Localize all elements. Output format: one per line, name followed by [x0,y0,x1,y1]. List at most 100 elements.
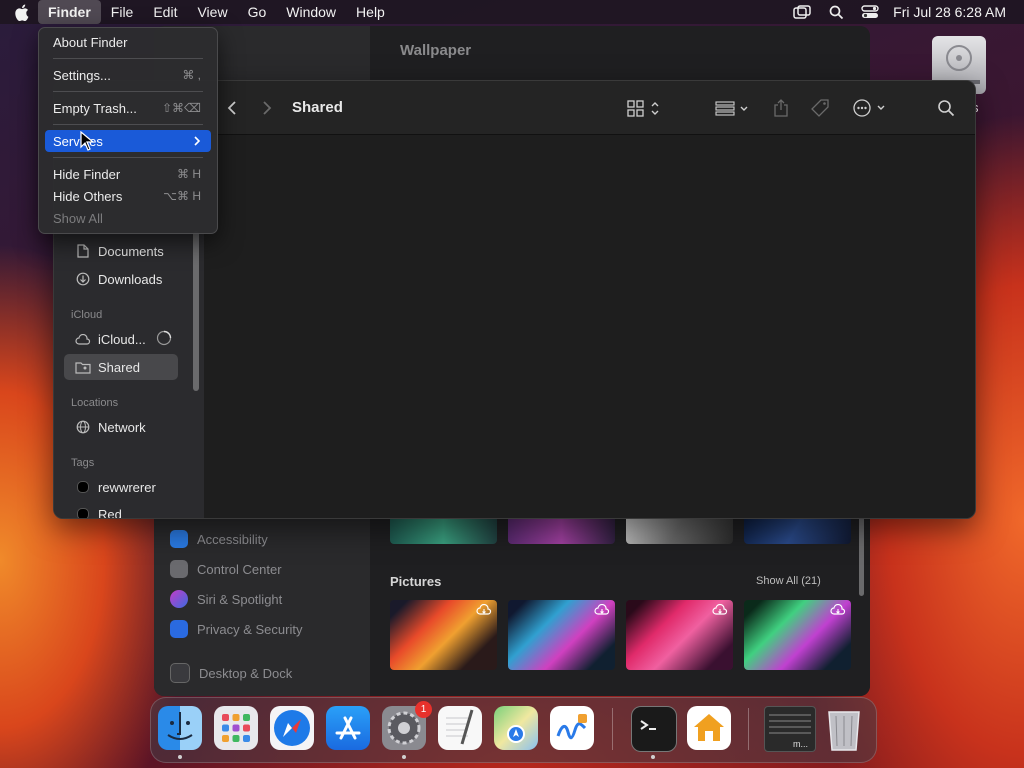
apple-menu-icon[interactable] [14,4,38,21]
tag-icon [811,99,829,117]
menu-item-empty-trash[interactable]: Empty Trash... ⇧⌘⌫ [45,97,211,119]
cloud-icon [74,333,92,345]
control-center-settings-icon [170,560,188,578]
view-mode-button[interactable] [627,97,663,119]
network-icon [74,420,92,434]
document-icon [74,244,92,258]
menu-separator [53,157,203,158]
menu-finder[interactable]: Finder [38,0,101,24]
menu-separator [53,91,203,92]
tag-dot-icon [77,481,89,493]
sidebar-item-documents[interactable]: Documents [64,238,178,264]
menu-bar: Finder File Edit View Go Window Help Fri… [0,0,1024,24]
dock-app-store-icon[interactable] [326,706,370,750]
sidebar-item-tag[interactable]: rewwrerer [64,474,178,500]
wallpaper-thumbnail[interactable] [508,600,615,670]
sidebar-item-icloud-drive[interactable]: iCloud... [64,326,178,352]
dock-system-settings-icon[interactable]: 1 [382,701,432,750]
menu-item-settings[interactable]: Settings... ⌘ , [45,64,211,86]
search-icon [938,100,955,117]
settings-item-desktop-dock[interactable]: Desktop & Dock [170,663,292,683]
sidebar-item-downloads[interactable]: Downloads [64,266,178,292]
sidebar-item-shared[interactable]: Shared [64,354,178,380]
dock-running-indicator [178,755,182,759]
cloud-download-icon [712,604,728,615]
icloud-progress-icon [156,330,172,349]
screen-mirroring-icon[interactable] [791,0,813,24]
dock: 1 m... [150,697,877,763]
more-actions-icon [853,99,885,117]
control-center-icon[interactable] [859,0,881,24]
menu-help[interactable]: Help [346,0,395,24]
dock-freeform-icon[interactable] [550,706,594,750]
dock-terminal-icon[interactable] [631,706,677,752]
menu-view[interactable]: View [187,0,237,24]
spotlight-search-icon[interactable] [825,0,847,24]
icon-view-icon [627,100,659,117]
menu-item-services[interactable]: Services [45,130,211,152]
share-button[interactable] [773,97,789,119]
show-all-pictures-button[interactable]: Show All (21) [756,575,821,587]
pictures-section-label: Pictures [390,574,442,589]
sidebar-section-icloud: iCloud [71,309,103,321]
accessibility-icon [170,530,188,548]
menu-go[interactable]: Go [238,0,277,24]
sidebar-scrollbar[interactable] [193,231,199,391]
dock-running-indicator [651,755,655,759]
dock-separator [612,708,613,750]
dock-minimized-window-icon[interactable]: m... [764,706,816,752]
wallpaper-thumbnail[interactable] [626,600,733,670]
tag-button[interactable] [810,97,830,119]
sidebar-section-locations: Locations [71,397,119,409]
group-button[interactable] [715,97,751,119]
menu-edit[interactable]: Edit [143,0,187,24]
action-menu-button[interactable] [852,97,888,119]
menu-item-show-all: Show All [53,210,103,226]
sidebar-section-tags: Tags [71,457,95,469]
cloud-download-icon [594,604,610,615]
download-icon [74,272,92,286]
siri-icon [170,590,188,608]
finder-content-area[interactable] [204,135,975,518]
chevron-left-icon [227,101,236,115]
settings-item-control-center[interactable]: Control Center [170,560,282,578]
share-icon [774,99,788,117]
menu-clock[interactable]: Fri Jul 28 6:28 AM [893,4,1006,20]
cloud-download-icon [476,604,492,615]
dock-finder-icon[interactable] [158,706,202,750]
menu-file[interactable]: File [101,0,144,24]
menu-window[interactable]: Window [276,0,346,24]
minimized-window-label: m... [793,739,808,749]
finder-toolbar: Shared [204,81,975,135]
privacy-hand-icon [170,620,188,638]
group-grid-icon [715,101,748,116]
dock-launchpad-icon[interactable] [214,706,258,750]
wallpaper-thumbnail[interactable] [390,600,497,670]
dock-separator [748,708,749,750]
settings-item-privacy[interactable]: Privacy & Security [170,620,302,638]
back-button[interactable] [226,97,238,119]
mouse-cursor-icon [80,131,94,151]
forward-button[interactable] [261,97,273,119]
menu-item-hide-others[interactable]: Hide Others ⌥⌘ H [45,185,211,207]
dock-safari-icon[interactable] [270,706,314,750]
pictures-row [390,600,862,670]
menu-separator [53,58,203,59]
menu-item-hide-finder[interactable]: Hide Finder ⌘ H [45,163,211,185]
settings-scrollbar[interactable] [859,516,864,596]
menu-separator [53,124,203,125]
search-button[interactable] [937,97,955,119]
menu-item-about-finder[interactable]: About Finder [45,31,211,53]
tag-dot-icon [77,508,89,518]
dock-home-icon[interactable] [687,706,731,750]
sidebar-item-network[interactable]: Network [64,414,178,440]
settings-item-siri[interactable]: Siri & Spotlight [170,590,282,608]
settings-item-accessibility[interactable]: Accessibility [170,530,268,548]
dock-running-indicator [402,755,406,759]
finder-app-menu: About Finder Settings... ⌘ , Empty Trash… [38,27,218,234]
dock-trash-icon[interactable] [824,706,864,751]
wallpaper-thumbnail[interactable] [744,600,851,670]
dock-textedit-icon[interactable] [438,706,482,750]
dock-maps-icon[interactable] [494,706,538,750]
sidebar-item-tag[interactable]: Red [64,501,178,518]
